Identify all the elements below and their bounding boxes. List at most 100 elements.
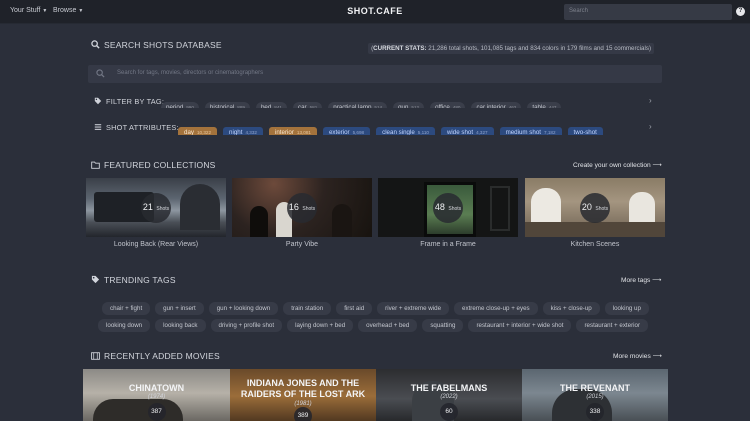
attribute-chip[interactable]: exterior 5,698	[322, 126, 371, 135]
collection-name: Party Vibe	[285, 241, 319, 248]
filter-tag-chip[interactable]: office 480	[430, 101, 466, 108]
movie-card[interactable]: CHINATOWN (1974) 387	[83, 369, 230, 421]
tag-name: table	[532, 104, 546, 108]
tag-name: gun	[398, 104, 409, 108]
movie-year: (2015)	[586, 394, 604, 400]
attribute-chip[interactable]: two-shot	[567, 126, 603, 135]
trending-tag[interactable]: restaurant + exterior	[576, 319, 649, 332]
create-collection-link[interactable]: Create your own collection ⟶	[573, 161, 662, 169]
attribute-chip[interactable]: interior 13,081	[268, 126, 317, 135]
trending-tags-row: looking down looking back driving + profil…	[98, 314, 653, 332]
tag-count: 889	[237, 105, 245, 108]
top-search-input[interactable]: Search	[564, 4, 732, 20]
collection-card[interactable]: 21 Shots Looking Back (Rear Views)	[86, 178, 226, 248]
collection-shot-count: 48 Shots	[378, 202, 518, 212]
tag-count: 462	[508, 105, 517, 108]
filter-tag-chip[interactable]: practical lamp 514	[328, 101, 388, 108]
attribute-chip[interactable]: night 4,332	[223, 126, 263, 135]
current-stats: (CURRENT STATS: 21,286 total shots, 101,…	[368, 43, 654, 54]
chevron-right-icon[interactable]: ›	[649, 96, 652, 105]
tag-name: practical lamp	[333, 104, 372, 108]
trending-tag[interactable]: looking back	[155, 319, 206, 332]
attribute-name: two-shot	[573, 129, 597, 135]
filter-tag-chip[interactable]: car interior 462	[471, 101, 522, 108]
trending-tag[interactable]: driving + profile shot	[210, 319, 283, 332]
search-section-title-text: SEARCH SHOTS DATABASE	[104, 40, 222, 50]
attribute-chip[interactable]: wide shot 4,327	[440, 126, 494, 135]
database-search-input[interactable]: Search for tags, movies, directors or ci…	[88, 65, 662, 83]
filter-tag-chip[interactable]: bed 841	[255, 101, 287, 108]
attribute-chip[interactable]: day 10,322	[178, 126, 218, 135]
tag-name: office	[435, 104, 450, 108]
attribute-count: 5,698	[352, 130, 365, 135]
recent-movies-title-text: RECENTLY ADDED MOVIES	[104, 351, 220, 361]
collection-thumbnail: 21 Shots	[86, 178, 226, 237]
help-icon[interactable]: ?	[736, 7, 745, 16]
arrow-right-icon: ⟶	[652, 353, 663, 360]
collection-card[interactable]: 20 Shots Kitchen Scenes	[525, 178, 665, 248]
trending-tag[interactable]: looking down	[98, 319, 151, 332]
shots-label: Shots	[448, 206, 462, 212]
collection-name: Kitchen Scenes	[570, 241, 620, 248]
collection-shot-count: 16 Shots	[232, 202, 372, 212]
movie-card[interactable]: THE REVENANT (2015) 338	[522, 369, 668, 421]
collection-card[interactable]: 16 Shots Party Vibe	[232, 178, 372, 248]
stats-tags: 101,085	[480, 45, 503, 52]
tag-count: 990	[186, 105, 194, 108]
filter-tag-chip[interactable]: car 581	[292, 101, 323, 108]
filter-tag-chip[interactable]: historical 889	[204, 101, 250, 108]
arrow-right-icon: ⟶	[652, 277, 662, 284]
movie-year: (1974)	[147, 394, 166, 400]
tag-count: 480	[452, 105, 461, 108]
tag-count: 514	[374, 105, 383, 108]
attribute-chip[interactable]: clean single 5,110	[376, 126, 435, 135]
movie-title: THE FABELMANS	[410, 383, 488, 393]
stats-shots-label: total shots,	[448, 45, 479, 52]
trending-tag[interactable]: restaurant + interior + wide shot	[468, 319, 572, 332]
filter-tag-list: period 990 historical 889 bed 841 car 581 practi…	[161, 96, 643, 108]
tag-count: 841	[274, 105, 282, 108]
movie-title: INDIANA JONES AND THE RAIDERS OF THE LOS…	[240, 378, 366, 399]
attribute-name: day	[184, 129, 194, 135]
search-icon	[96, 69, 105, 78]
movie-title: CHINATOWN	[128, 383, 185, 393]
folder-icon	[91, 161, 100, 169]
movie-shot-count: 60	[440, 403, 458, 421]
chevron-right-icon[interactable]: ›	[649, 122, 652, 131]
collection-count-value: 21	[142, 202, 153, 212]
filter-tag-chip[interactable]: table 447	[527, 101, 562, 108]
attribute-count: 13,081	[296, 130, 311, 135]
movie-card[interactable]: THE FABELMANS (2022) 60	[376, 369, 522, 421]
collection-thumbnail: 48 Shots	[378, 178, 518, 237]
collection-thumbnail: 16 Shots	[232, 178, 372, 237]
shots-label: Shots	[595, 206, 609, 212]
collection-thumbnail: 20 Shots	[525, 178, 665, 237]
stats-colors-label: colors in	[542, 45, 566, 52]
stats-colors: 834	[530, 45, 541, 52]
filter-tag-chip[interactable]: period 990	[161, 101, 199, 108]
attribute-count: 5,110	[417, 130, 429, 135]
trending-tag[interactable]: squatting	[422, 319, 464, 332]
more-movies-link[interactable]: More movies ⟶	[613, 352, 662, 360]
tag-name: historical	[209, 104, 235, 108]
more-tags-link[interactable]: More tags ⟶	[621, 276, 662, 284]
arrow-right-icon: ⟶	[652, 162, 662, 169]
movie-shot-count: 387	[147, 403, 166, 421]
collection-shot-count: 20 Shots	[525, 202, 665, 212]
collection-name: Frame in a Frame	[420, 241, 476, 248]
collection-card[interactable]: 48 Shots Frame in a Frame	[378, 178, 518, 248]
tag-count: 447	[548, 105, 557, 108]
movie-shot-count: 338	[586, 403, 604, 421]
trending-tag[interactable]: overhead + bed	[358, 319, 418, 332]
featured-collections-title-text: FEATURED COLLECTIONS	[104, 160, 216, 170]
trending-tag[interactable]: laying down + bed	[287, 319, 354, 332]
stats-prefix: CURRENT STATS:	[373, 45, 427, 52]
filter-tag-chip[interactable]: gun 512	[393, 101, 425, 108]
attribute-count: 4,332	[245, 130, 257, 135]
top-navbar: Your Stuff ▼ Browse ▼ SHOT.CAFE Search ?	[0, 0, 750, 24]
shot-attributes-label: SHOT ATTRIBUTES:	[94, 123, 179, 132]
movie-card[interactable]: INDIANA JONES AND THE RAIDERS OF THE LOS…	[230, 369, 376, 421]
movie-year: (2022)	[440, 394, 458, 400]
attribute-chip[interactable]: medium shot 7,182	[499, 126, 562, 135]
list-icon	[94, 124, 102, 130]
